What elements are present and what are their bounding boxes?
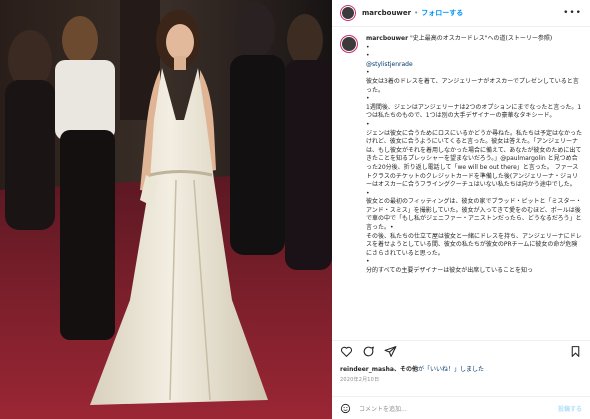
post-header: marcbouwer • フォローする •••	[332, 0, 590, 27]
liked-by-user[interactable]: reindeer_masha	[340, 366, 394, 373]
separator-dot: •	[414, 9, 419, 17]
likes-summary: reindeer_masha、その他が「いいね！」しました	[340, 364, 484, 373]
comment-icon[interactable]	[362, 345, 375, 358]
likes-link[interactable]: が「いいね！」しました	[418, 366, 484, 373]
caption-line-0: "史上最高のオスカードレス"への道(ストーリー参照)	[410, 35, 553, 42]
caption-body: marcbouwer "史上最高のオスカードレス"への道(ストーリー参照) • …	[366, 35, 582, 276]
share-icon[interactable]	[384, 345, 397, 358]
header-username[interactable]: marcbouwer	[362, 9, 411, 17]
caption-line-6: •	[366, 95, 370, 103]
caption-username[interactable]: marcbouwer	[366, 35, 408, 42]
caption-line-10: •	[366, 189, 370, 197]
caption-avatar[interactable]	[340, 35, 358, 53]
caption-line-2: •	[366, 52, 370, 60]
caption-line-7: 1週間後、ジェンはアンジェリーナは2つのオプションにまでなったと言った。1つは私…	[366, 103, 582, 120]
caption-line-12: その後、私たちの仕立て屋は彼女と一緒にドレスを持ち、アンジェリーナにドレスを着せ…	[366, 232, 582, 257]
follow-button[interactable]: フォローする	[421, 8, 463, 18]
caption-mention-link[interactable]: @stylistjenrade	[366, 61, 582, 70]
caption-line-13: •	[366, 258, 370, 266]
post-photo[interactable]	[0, 0, 332, 419]
post-comment-button[interactable]: 投稿する	[558, 404, 582, 413]
user-avatar[interactable]	[340, 5, 356, 21]
post-date: 2020年2月10日	[340, 377, 380, 383]
likes-middle-text: 、その他	[393, 366, 418, 373]
caption-line-14: 分的すべての主要デザイナーは彼女が出席していることを知っ	[366, 267, 534, 275]
comment-box: コメントを追加... 投稿する	[332, 396, 590, 419]
caption-line-8: •	[366, 120, 370, 128]
caption-line-5: 彼女は3着のドレスを着て、アンジェリーナがオスカーでプレゼンしていると言った。	[366, 77, 579, 94]
caption-line-11: 彼女との最初のフィッティングは、彼女の家でブラッド・ピットと「ミスター・アンド・…	[366, 198, 582, 232]
caption-line-1: •	[366, 43, 370, 51]
more-options-icon[interactable]: •••	[563, 8, 582, 18]
emoji-icon[interactable]	[340, 403, 351, 414]
bookmark-icon[interactable]	[569, 345, 582, 358]
caption-line-9: ジェンは彼女に合うためにロスにいるかどうか尋ねた。私たちは予定はなかったけれど、…	[366, 129, 583, 189]
comment-input[interactable]: コメントを追加...	[359, 404, 558, 413]
post-actions-bar	[332, 340, 590, 362]
heart-icon[interactable]	[340, 345, 353, 358]
caption-area: marcbouwer "史上最高のオスカードレス"への道(ストーリー参照) • …	[332, 27, 590, 337]
red-carpet-photo	[0, 0, 332, 419]
caption-line-4: •	[366, 69, 370, 77]
post-sidebar: marcbouwer • フォローする ••• marcbouwer "史上最高…	[332, 0, 590, 419]
